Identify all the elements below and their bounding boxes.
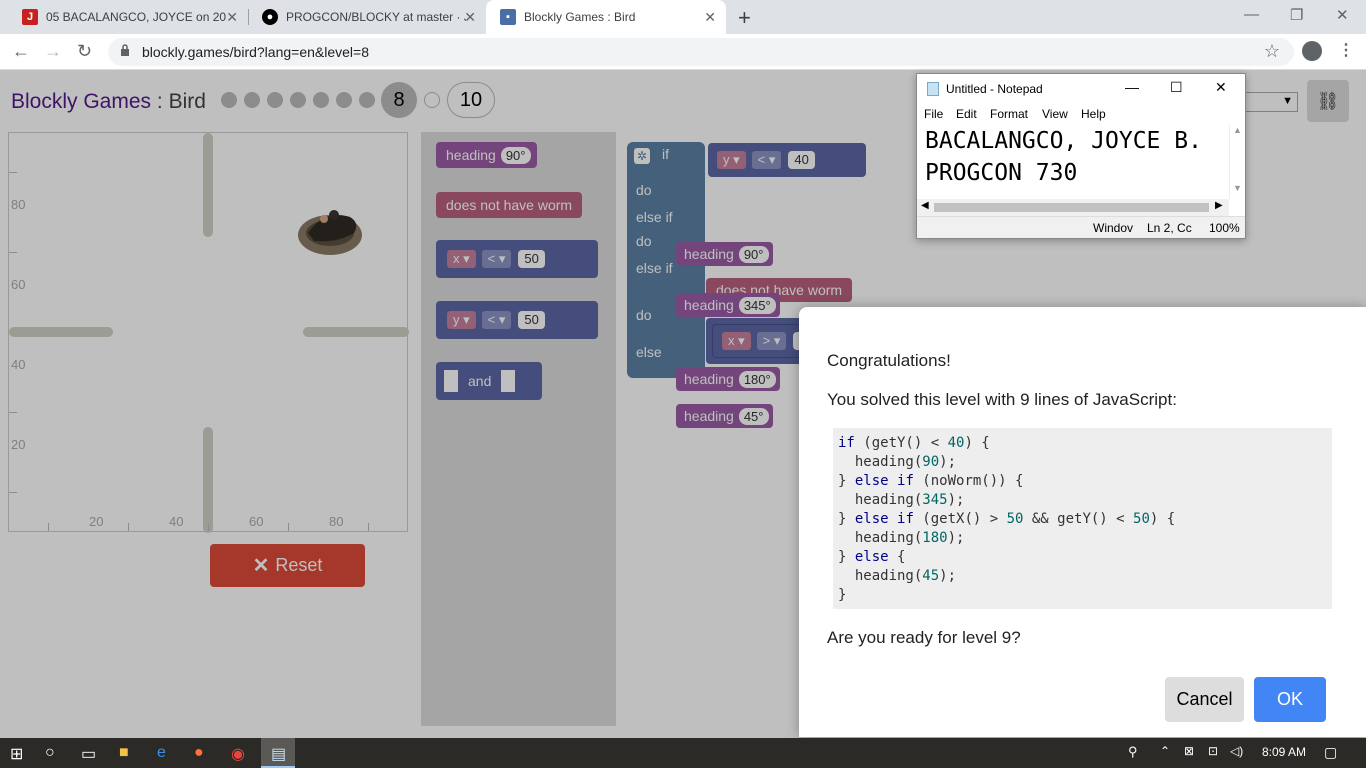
notepad-menubar: File Edit Format View Help: [917, 104, 1245, 124]
minimize-icon[interactable]: —: [1244, 6, 1259, 23]
scroll-thumb[interactable]: [934, 203, 1209, 212]
browser-toolbar: ← → ↻ blockly.games/bird?lang=en&level=8…: [0, 34, 1366, 70]
back-icon[interactable]: ←: [12, 41, 30, 62]
close-tab-icon[interactable]: ✕: [226, 9, 238, 26]
notepad-titlebar[interactable]: Untitled - Notepad — ☐ ✕: [917, 74, 1245, 104]
notepad-taskbar-button[interactable]: ▤: [261, 738, 295, 768]
close-tab-icon[interactable]: ✕: [464, 9, 476, 26]
horizontal-scrollbar[interactable]: ◀ ▶: [917, 199, 1229, 216]
network-icon[interactable]: ⊡: [1208, 744, 1218, 758]
notepad-icon: ▤: [271, 746, 287, 763]
dialog-question: Are you ready for level 9?: [827, 628, 1021, 647]
tab-github[interactable]: ● PROGCON/BLOCKY at master · Jo ✕: [248, 0, 486, 34]
notepad-text-area[interactable]: BACALANGCO, JOYCE B. PROGCON 730: [925, 125, 1225, 191]
github-icon: ●: [262, 9, 278, 25]
tab-classroom[interactable]: J 05 BACALANGCO, JOYCE on 2019 ✕: [8, 0, 248, 34]
classroom-icon: J: [22, 9, 38, 25]
windows-taskbar: ⊞ ○ ▭ ■ e ● ◉ ▤ ⚲ ⌃ ⊠ ⊡ ◁) 8:09 AM ▢: [0, 738, 1366, 768]
menu-edit[interactable]: Edit: [956, 107, 977, 121]
scroll-up-icon[interactable]: ▲: [1233, 125, 1242, 135]
edge-icon[interactable]: e: [157, 744, 166, 762]
minimize-icon[interactable]: —: [1125, 79, 1139, 95]
browser-menu-icon[interactable]: ⋮: [1338, 40, 1354, 60]
bookmark-star-icon[interactable]: ☆: [1264, 41, 1280, 62]
status-zoom: 100%: [1209, 221, 1240, 235]
show-hidden-icons-icon[interactable]: ⌃: [1160, 744, 1170, 758]
notepad-title: Untitled - Notepad: [946, 82, 1043, 96]
maximize-icon[interactable]: ☐: [1170, 79, 1183, 96]
restore-icon[interactable]: ❐: [1290, 6, 1303, 24]
dialog-title: Congratulations!: [827, 351, 951, 370]
menu-file[interactable]: File: [924, 107, 943, 121]
address-bar[interactable]: blockly.games/bird?lang=en&level=8 ☆: [108, 38, 1294, 66]
browser-tab-bar: J 05 BACALANGCO, JOYCE on 2019 ✕ ● PROGC…: [0, 0, 1366, 34]
generated-code: if (getY() < 40) { heading(90); } else i…: [833, 428, 1332, 609]
tab-blockly[interactable]: ▪ Blockly Games : Bird ✕: [486, 0, 726, 34]
scroll-left-icon[interactable]: ◀: [921, 200, 929, 211]
menu-help[interactable]: Help: [1081, 107, 1106, 121]
people-icon[interactable]: ⚲: [1128, 744, 1138, 760]
forward-icon[interactable]: →: [44, 41, 62, 62]
cancel-button[interactable]: Cancel: [1165, 677, 1244, 722]
close-window-icon[interactable]: ✕: [1336, 6, 1349, 24]
search-icon[interactable]: ○: [45, 744, 55, 762]
close-tab-icon[interactable]: ✕: [704, 9, 716, 26]
tab-title: 05 BACALANGCO, JOYCE on 2019: [46, 10, 226, 24]
new-tab-button[interactable]: +: [738, 5, 751, 31]
security-icon[interactable]: ⊠: [1184, 744, 1194, 758]
dialog-message: You solved this level with 9 lines of Ja…: [827, 390, 1177, 409]
file-explorer-icon[interactable]: ■: [119, 744, 129, 762]
reload-icon[interactable]: ↻: [77, 41, 92, 62]
notepad-statusbar: Windov Ln 2, Cc 100%: [917, 216, 1245, 238]
ok-button[interactable]: OK: [1254, 677, 1326, 722]
status-window: Windov: [1093, 221, 1134, 235]
chrome-icon[interactable]: ◉: [231, 744, 245, 764]
firefox-icon[interactable]: ●: [194, 744, 204, 762]
congratulations-dialog: Congratulations! You solved this level w…: [799, 307, 1366, 737]
scroll-right-icon[interactable]: ▶: [1215, 200, 1223, 211]
profile-avatar-icon[interactable]: [1302, 41, 1322, 61]
taskbar-clock[interactable]: 8:09 AM: [1262, 745, 1306, 759]
volume-icon[interactable]: ◁): [1230, 744, 1243, 758]
blockly-icon: ▪: [500, 9, 516, 25]
url-text: blockly.games/bird?lang=en&level=8: [142, 44, 369, 60]
task-view-icon[interactable]: ▭: [81, 744, 96, 764]
close-icon[interactable]: ✕: [1215, 79, 1227, 96]
vertical-scrollbar[interactable]: ▲ ▼: [1229, 125, 1245, 199]
tab-title: Blockly Games : Bird: [524, 10, 636, 24]
tab-title: PROGCON/BLOCKY at master · Jo: [286, 10, 466, 24]
menu-view[interactable]: View: [1042, 107, 1068, 121]
menu-format[interactable]: Format: [990, 107, 1028, 121]
lock-icon: [121, 44, 129, 56]
scroll-down-icon[interactable]: ▼: [1233, 183, 1242, 193]
notifications-icon[interactable]: ▢: [1324, 744, 1337, 761]
notepad-icon: [927, 82, 939, 96]
status-position: Ln 2, Cc: [1147, 221, 1192, 235]
windows-start-icon[interactable]: ⊞: [10, 744, 23, 764]
notepad-window: Untitled - Notepad — ☐ ✕ File Edit Forma…: [916, 73, 1246, 239]
